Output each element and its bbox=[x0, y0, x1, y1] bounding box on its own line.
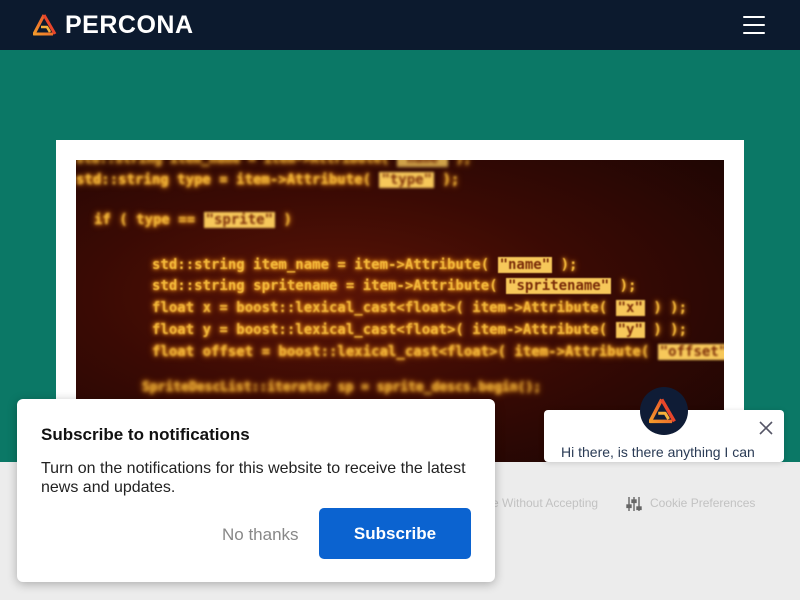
logo-text: PERCONA bbox=[65, 11, 194, 39]
code-line: float y = boost::lexical_cast<float>( it… bbox=[152, 322, 688, 338]
sliders-icon bbox=[626, 497, 642, 511]
cookie-preferences-link[interactable]: Cookie Preferences bbox=[626, 496, 755, 512]
percona-logo[interactable]: PERCONA bbox=[33, 12, 194, 38]
code-line: std::string item_name = item->Attribute(… bbox=[76, 160, 471, 167]
no-thanks-button[interactable]: No thanks bbox=[222, 525, 299, 545]
top-navbar: PERCONA bbox=[0, 0, 800, 50]
popup-title: Subscribe to notifications bbox=[41, 425, 250, 444]
code-line: float offset = boost::lexical_cast<float… bbox=[152, 344, 724, 360]
code-line: std::string type = item->Attribute( "typ… bbox=[76, 172, 460, 188]
percona-logo-icon bbox=[649, 398, 676, 424]
cookie-preferences-label: Cookie Preferences bbox=[650, 496, 756, 511]
chat-greeting-text: Hi there, is there anything I can bbox=[561, 444, 755, 460]
subscribe-notifications-popup: Subscribe to notifications Turn on the n… bbox=[17, 399, 495, 582]
code-line: std::string spritename = item->Attribute… bbox=[152, 278, 637, 294]
code-line: std::string item_name = item->Attribute(… bbox=[152, 257, 578, 273]
code-line: float x = boost::lexical_cast<float>( it… bbox=[152, 300, 688, 316]
chat-avatar[interactable] bbox=[640, 387, 688, 435]
hamburger-menu-button[interactable] bbox=[742, 16, 766, 34]
popup-body: Turn on the notifications for this websi… bbox=[41, 460, 466, 496]
hamburger-menu-icon bbox=[743, 16, 765, 18]
subscribe-button[interactable]: Subscribe bbox=[319, 508, 471, 559]
code-line: if ( type == "sprite" ) bbox=[94, 212, 292, 228]
continue-without-accepting-link[interactable]: e Without Accepting bbox=[492, 496, 598, 510]
code-line: SpriteDescList::iterator sp = sprite_des… bbox=[142, 380, 542, 395]
close-icon[interactable] bbox=[758, 420, 774, 436]
percona-logo-icon bbox=[33, 14, 57, 36]
